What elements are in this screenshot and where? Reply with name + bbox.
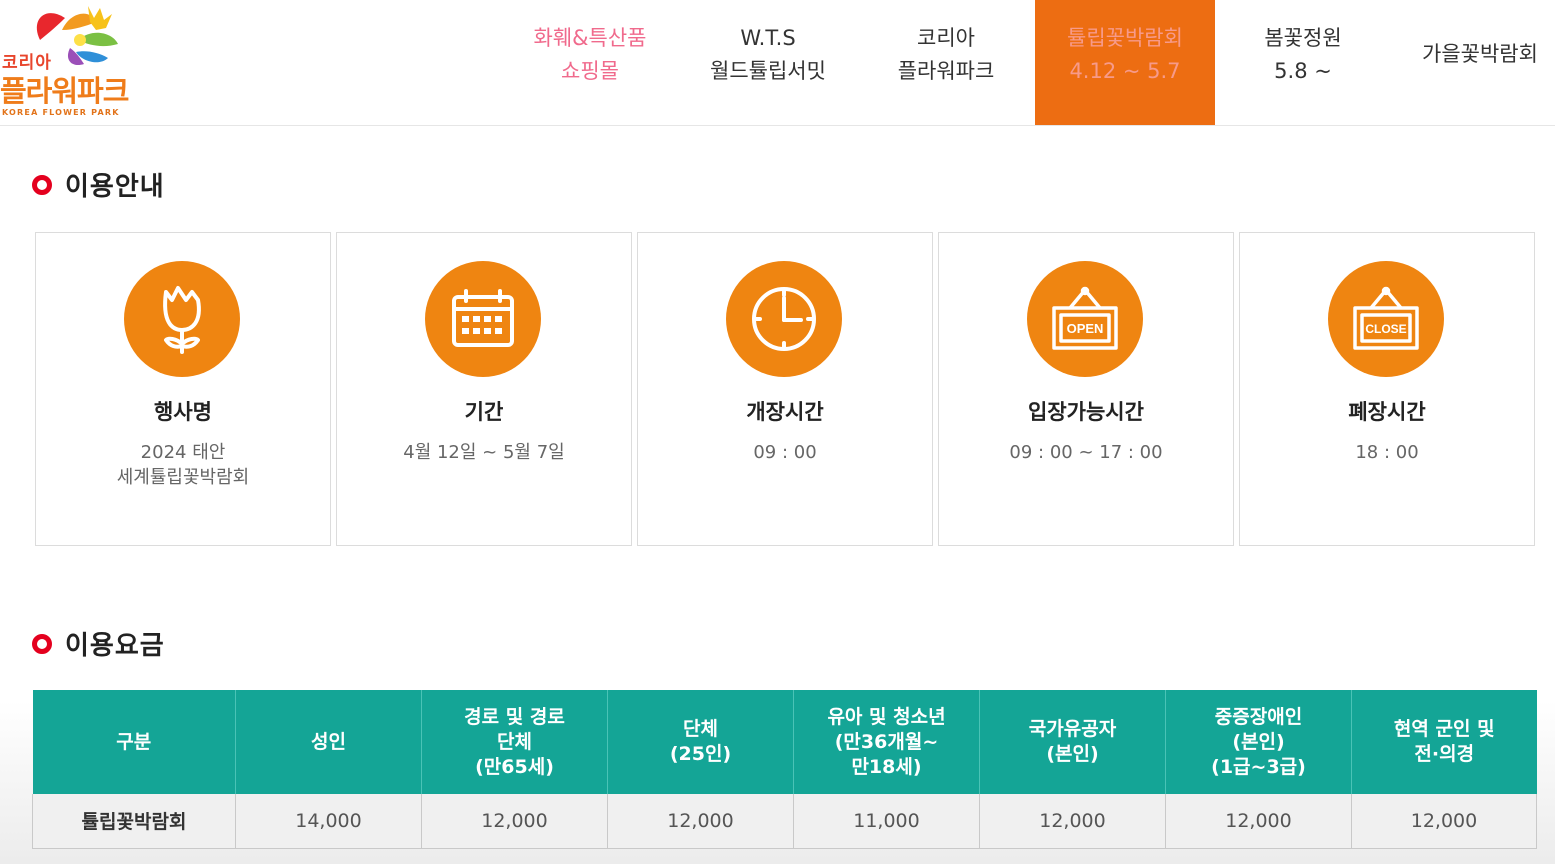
nav-item-label: 코리아 xyxy=(917,25,975,50)
card-value-line1: 18 : 00 xyxy=(1355,442,1419,463)
info-card-event-name: 행사명 2024 태안 세계튤립꽃박람회 xyxy=(35,232,331,546)
nav-item-sublabel: 4.12 ~ 5.7 xyxy=(1069,58,1181,83)
header-line: 국가유공자 xyxy=(1028,718,1117,740)
svg-text:CLOSE: CLOSE xyxy=(1365,322,1406,336)
table-header-group: 단체 (25인) xyxy=(607,690,794,794)
card-value: 18 : 00 xyxy=(1240,440,1534,465)
nav-item-sublabel: 플라워파크 xyxy=(897,58,995,83)
section-title-text: 이용안내 xyxy=(65,172,165,202)
nav-item-sublabel: 5.8 ~ xyxy=(1274,58,1332,83)
price-table: 구분 성인 경로 및 경로 단체 (만65세) 단체 (25인) 유아 및 청소… xyxy=(32,690,1537,849)
nav-item-wts[interactable]: W.T.S 월드튤립서밋 xyxy=(678,0,858,125)
table-cell-price: 12,000 xyxy=(607,794,794,849)
nav-item-autumn-festival[interactable]: 가을꽃박람회 xyxy=(1390,0,1555,125)
site-header: 코리아 플라워파크 KOREA FLOWER PARK 화훼&특산품 쇼핑몰 W… xyxy=(0,0,1555,126)
open-sign-icon: OPEN xyxy=(1027,261,1143,377)
header-line: 성인 xyxy=(311,730,346,753)
nav-item-sublabel: 쇼핑몰 xyxy=(561,58,619,83)
header-line: (본인) xyxy=(1232,730,1285,753)
header-line: 중증장애인 xyxy=(1214,705,1303,728)
header-line: 구분 xyxy=(116,730,152,753)
info-card-period: 기간 4월 12일 ~ 5월 7일 xyxy=(336,232,632,546)
nav-item-label: 튤립꽃박람회 xyxy=(1067,25,1183,50)
card-value: 09 : 00 xyxy=(638,440,932,465)
table-cell-price: 12,000 xyxy=(421,794,608,849)
title-bullet-icon xyxy=(32,633,52,654)
nav-item-spring-garden[interactable]: 봄꽃정원 5.8 ~ xyxy=(1213,0,1393,125)
header-line: (1급~3급) xyxy=(1211,755,1306,778)
nav-item-label: 가을꽃박람회 xyxy=(1422,42,1538,66)
info-card-opening-time: 개장시간 09 : 00 xyxy=(637,232,933,546)
header-line: 단체 xyxy=(497,730,532,753)
table-header-military: 현역 군인 및 전·의경 xyxy=(1351,690,1537,794)
header-line: 단체 xyxy=(683,718,718,740)
nav-item-sublabel: 월드튤립서밋 xyxy=(710,58,826,83)
card-label: 개장시간 xyxy=(746,400,824,424)
header-line: 만18세) xyxy=(851,755,922,778)
site-logo[interactable]: 코리아 플라워파크 KOREA FLOWER PARK xyxy=(0,0,140,124)
calendar-icon xyxy=(425,261,541,377)
card-value: 09 : 00 ~ 17 : 00 xyxy=(939,440,1233,465)
header-line: (25인) xyxy=(669,743,732,765)
table-cell-price: 12,000 xyxy=(1165,794,1352,849)
clock-icon xyxy=(726,261,842,377)
header-line: (본인) xyxy=(1046,743,1099,765)
svg-text:OPEN: OPEN xyxy=(1067,321,1104,336)
fee-section-title: 이용요금 xyxy=(32,625,165,662)
table-header-row: 구분 성인 경로 및 경로 단체 (만65세) 단체 (25인) 유아 및 청소… xyxy=(32,690,1537,794)
section-title-text: 이용요금 xyxy=(65,631,165,661)
header-line: 전·의경 xyxy=(1414,743,1475,765)
header-line: 경로 및 경로 xyxy=(464,705,565,728)
table-header-youth: 유아 및 청소년 (만36개월~ 만18세) xyxy=(793,690,980,794)
header-line: 현역 군인 및 xyxy=(1393,718,1495,740)
table-header-adult: 성인 xyxy=(235,690,422,794)
table-cell-price: 11,000 xyxy=(793,794,980,849)
table-header-disabled: 중증장애인 (본인) (1급~3급) xyxy=(1165,690,1352,794)
logo-text-flowerpark: 플라워파크 xyxy=(0,74,129,108)
header-line: 유아 및 청소년 xyxy=(827,705,946,728)
logo-text-english: KOREA FLOWER PARK xyxy=(2,108,120,117)
card-label: 입장가능시간 xyxy=(1028,400,1144,424)
card-value-line1: 4월 12일 ~ 5월 7일 xyxy=(403,442,565,463)
info-card-closing-time: CLOSE 폐장시간 18 : 00 xyxy=(1239,232,1535,546)
table-header-veteran: 국가유공자 (본인) xyxy=(979,690,1166,794)
header-line: (만65세) xyxy=(475,755,554,778)
card-label: 행사명 xyxy=(154,400,212,424)
card-value: 4월 12일 ~ 5월 7일 xyxy=(337,440,631,465)
card-value-line1: 09 : 00 ~ 17 : 00 xyxy=(1009,442,1163,463)
table-row: 튤립꽃박람회 14,000 12,000 12,000 11,000 12,00… xyxy=(32,794,1537,849)
card-label: 기간 xyxy=(464,400,504,424)
card-label: 폐장시간 xyxy=(1348,400,1426,424)
nav-item-shop[interactable]: 화훼&특산품 쇼핑몰 xyxy=(500,0,680,125)
card-value-line1: 2024 태안 xyxy=(140,442,226,463)
table-cell-price: 14,000 xyxy=(235,794,422,849)
nav-item-label: 화훼&특산품 xyxy=(533,25,647,50)
card-value: 2024 태안 세계튤립꽃박람회 xyxy=(36,440,330,490)
card-value-line2: 세계튤립꽃박람회 xyxy=(116,467,250,488)
nav-item-label: W.T.S xyxy=(740,25,796,50)
tulip-icon xyxy=(124,261,240,377)
header-line: (만36개월~ xyxy=(834,730,939,753)
nav-item-korea-flower-park[interactable]: 코리아 플라워파크 xyxy=(856,0,1036,125)
table-cell-price: 12,000 xyxy=(1351,794,1537,849)
nav-item-tulip-festival[interactable]: 튤립꽃박람회 4.12 ~ 5.7 xyxy=(1035,0,1215,125)
close-sign-icon: CLOSE xyxy=(1328,261,1444,377)
info-card-admission-time: OPEN 입장가능시간 09 : 00 ~ 17 : 00 xyxy=(938,232,1234,546)
table-cell-category: 튤립꽃박람회 xyxy=(32,794,236,849)
nav-item-label: 봄꽃정원 xyxy=(1264,25,1342,50)
table-header-category: 구분 xyxy=(32,690,236,794)
table-header-senior: 경로 및 경로 단체 (만65세) xyxy=(421,690,608,794)
title-bullet-icon xyxy=(32,174,52,195)
table-cell-price: 12,000 xyxy=(979,794,1166,849)
usage-section-title: 이용안내 xyxy=(32,166,165,203)
card-value-line1: 09 : 00 xyxy=(753,442,817,463)
